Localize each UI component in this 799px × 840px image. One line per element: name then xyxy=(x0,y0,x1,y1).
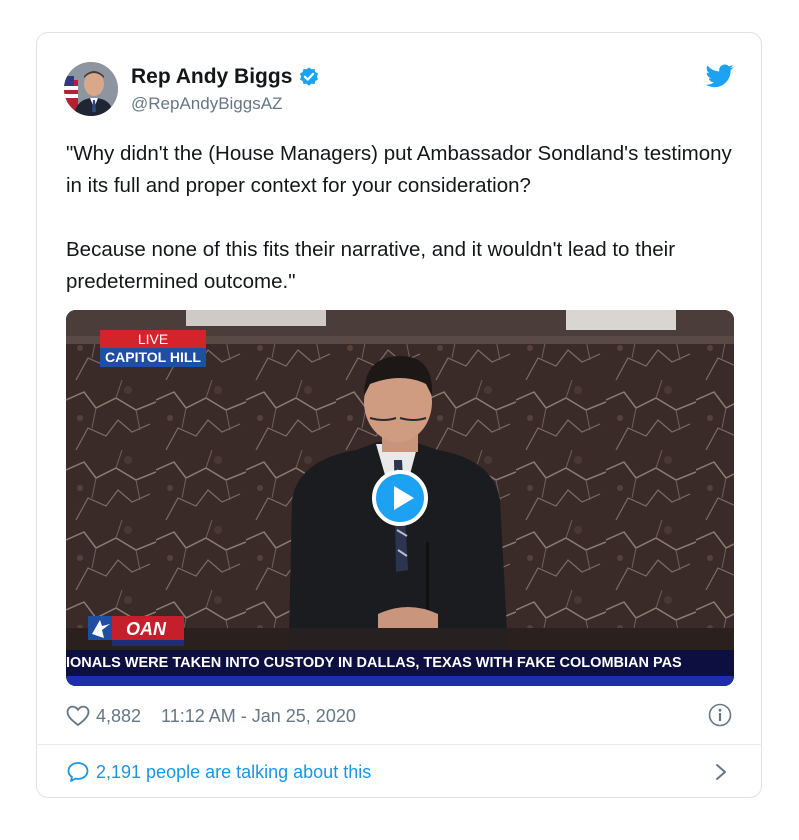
author-name-row: Rep Andy Biggs xyxy=(131,64,320,90)
author-avatar[interactable] xyxy=(64,62,118,116)
play-button[interactable] xyxy=(372,470,428,526)
play-icon xyxy=(394,486,414,510)
tweet-meta: 4,882 11:12 AM - Jan 25, 2020 xyxy=(66,704,356,728)
news-ticker: IONALS WERE TAKEN INTO CUSTODY IN DALLAS… xyxy=(66,650,734,676)
card-divider xyxy=(36,744,762,745)
chevron-right-icon[interactable] xyxy=(714,762,728,782)
live-badge: LIVE CAPITOL HILL xyxy=(100,330,206,367)
tweet-paragraph-1: "Why didn't the (House Managers) put Amb… xyxy=(66,142,732,197)
channel-logo-text: OAN xyxy=(126,619,167,639)
location-label: CAPITOL HILL xyxy=(100,348,206,367)
verified-badge-icon xyxy=(300,67,319,86)
conversation-link[interactable]: 2,191 people are talking about this xyxy=(66,758,371,786)
tweet-timestamp[interactable]: 11:12 AM - Jan 25, 2020 xyxy=(161,706,356,727)
channel-logo: OAN xyxy=(88,612,184,648)
twitter-bird-icon[interactable] xyxy=(706,64,734,88)
ticker-text: IONALS WERE TAKEN INTO CUSTODY IN DALLAS… xyxy=(66,655,682,671)
like-count[interactable]: 4,882 xyxy=(96,706,141,727)
tweet-paragraph-2: Because none of this fits their narrativ… xyxy=(66,238,676,293)
author-name[interactable]: Rep Andy Biggs xyxy=(131,65,292,89)
author-handle[interactable]: @RepAndyBiggsAZ xyxy=(131,94,282,114)
conversation-count[interactable]: 2,191 people are talking about this xyxy=(96,762,371,783)
tweet-text: "Why didn't the (House Managers) put Amb… xyxy=(66,138,738,298)
info-icon[interactable] xyxy=(708,703,732,727)
heart-icon[interactable] xyxy=(66,705,90,727)
speech-bubble-icon xyxy=(67,762,89,782)
video-player[interactable]: LIVE CAPITOL HILL OAN IONALS WERE TAKEN … xyxy=(66,310,734,686)
ticker-bar xyxy=(66,676,734,686)
live-label: LIVE xyxy=(100,330,206,348)
